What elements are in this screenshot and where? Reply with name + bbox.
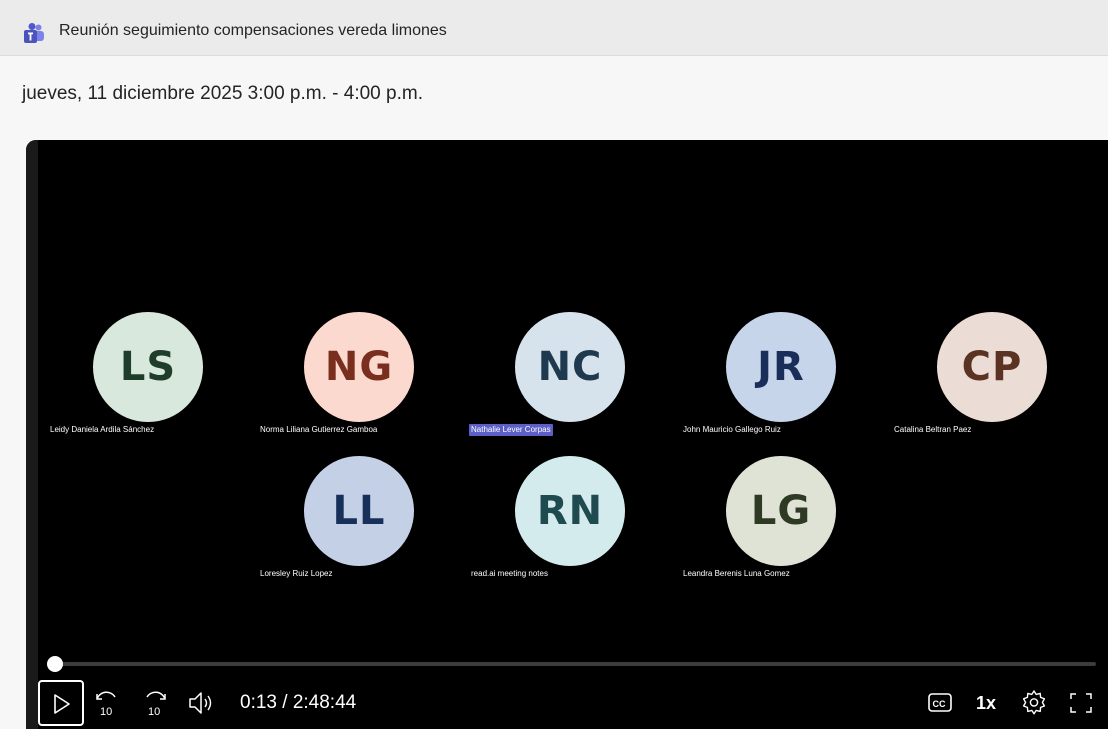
video-player[interactable]: LS Leidy Daniela Ardila Sánchez NG Norma… [26, 140, 1108, 729]
participant-avatar: NC [515, 312, 625, 422]
teams-icon [24, 23, 44, 43]
forward-10-button[interactable]: 10 [140, 688, 170, 718]
svg-text:10: 10 [148, 706, 160, 718]
participant-name: Leidy Daniela Ardila Sánchez [50, 425, 155, 434]
seek-bar-thumb[interactable] [47, 656, 63, 672]
gear-icon [1022, 690, 1046, 715]
participant-avatar: RN [515, 456, 625, 566]
play-icon [54, 694, 70, 714]
seek-bar[interactable] [54, 662, 1096, 666]
title-bar: Reunión seguimiento compensaciones vered… [0, 0, 1108, 56]
settings-button[interactable] [1019, 688, 1049, 718]
fullscreen-button[interactable] [1066, 688, 1096, 718]
participant-avatar: JR [726, 312, 836, 422]
closed-captions-icon: CC [928, 693, 952, 712]
participant-name-active-speaker: Nathalie Lever Corpas [469, 424, 553, 436]
volume-icon [189, 692, 212, 714]
participant-avatar: NG [304, 312, 414, 422]
closed-captions-button[interactable]: CC [926, 690, 956, 720]
participant-name: Norma Liliana Gutierrez Gamboa [260, 425, 378, 434]
participant-avatar: CP [937, 312, 1047, 422]
rewind-10-button[interactable]: 10 [92, 688, 122, 718]
participant-name: Catalina Beltran Paez [894, 425, 972, 434]
playback-speed-button[interactable]: 1x [976, 693, 996, 714]
forward-10-icon: 10 [146, 691, 166, 718]
participant-name: read.ai meeting notes [471, 569, 548, 578]
playback-time: 0:13 / 2:48:44 [240, 692, 357, 713]
participant-avatar: LL [304, 456, 414, 566]
participant-name: John Mauricio Gallego Ruiz [683, 425, 781, 434]
meeting-title: Reunión seguimiento compensaciones vered… [59, 22, 447, 39]
participant-avatar: LG [726, 456, 836, 566]
svg-text:10: 10 [100, 706, 112, 718]
participant-name: Leandra Berenis Luna Gomez [683, 569, 790, 578]
svg-text:CC: CC [933, 699, 946, 709]
play-button[interactable] [38, 680, 84, 726]
participant-avatar: LS [93, 312, 203, 422]
rewind-10-icon: 10 [96, 691, 116, 718]
player-left-edge [26, 140, 38, 729]
volume-button[interactable] [186, 688, 216, 718]
participant-name: Loresley Ruiz Lopez [260, 569, 333, 578]
meeting-datetime: jueves, 11 diciembre 2025 3:00 p.m. - 4:… [22, 83, 423, 104]
fullscreen-icon [1070, 693, 1092, 713]
